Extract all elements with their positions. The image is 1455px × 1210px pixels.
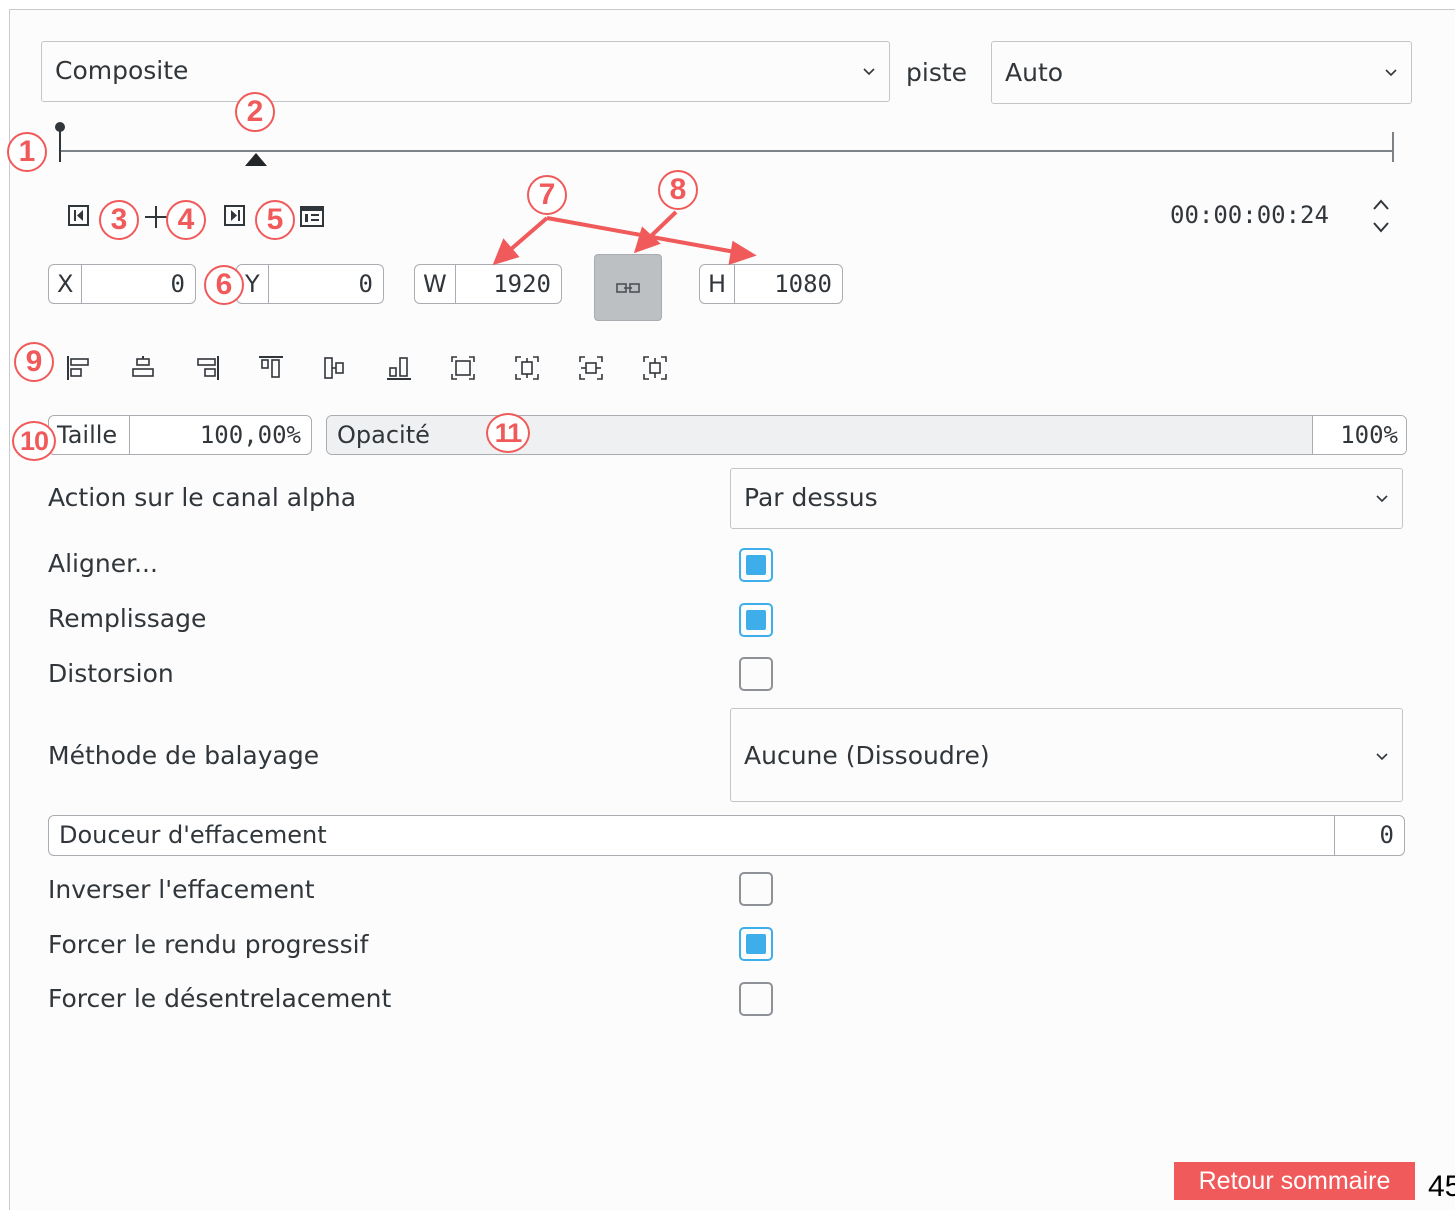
fit-width-icon[interactable] (577, 354, 605, 382)
chevron-down-icon (1376, 495, 1388, 503)
align-checkbox[interactable] (739, 548, 773, 582)
lock-ratio-button[interactable] (594, 254, 662, 321)
track-select-value: Auto (1005, 58, 1064, 87)
force-deinterlace-checkbox[interactable] (739, 982, 773, 1016)
alpha-action-label: Action sur le canal alpha (48, 483, 357, 512)
fit-to-frame-icon[interactable] (449, 354, 477, 382)
annotation-badge-9: 9 (14, 342, 54, 382)
fit-height-icon[interactable] (641, 354, 669, 382)
annotation-badge-1: 1 (7, 132, 47, 172)
annotation-badge-11: 11 (486, 413, 530, 453)
composite-select[interactable]: Composite (41, 41, 890, 102)
width-value: 1920 (493, 270, 551, 298)
track-label: piste (906, 58, 968, 87)
alpha-action-select[interactable]: Par dessus (730, 468, 1403, 529)
force-deinterlace-label: Forcer le désentrelacement (48, 984, 392, 1013)
annotation-badge-6: 6 (204, 265, 244, 305)
align-top-icon[interactable] (257, 354, 285, 382)
composite-select-value: Composite (55, 56, 189, 85)
page-number: 45 (1428, 1170, 1455, 1203)
playhead-marker[interactable] (243, 151, 267, 171)
height-field[interactable]: H 1080 (699, 264, 843, 304)
start-keyframe-marker[interactable] (52, 120, 68, 170)
wipe-method-value: Aucune (Dissoudre) (744, 741, 990, 770)
chevron-down-icon (1385, 69, 1397, 77)
link-icon (616, 283, 640, 293)
width-field[interactable]: W 1920 (414, 264, 562, 304)
track-select[interactable]: Auto (991, 41, 1412, 104)
size-field[interactable]: Taille 100,00% (48, 415, 312, 455)
align-horizontal-center-icon[interactable] (129, 354, 157, 382)
width-prefix: W (415, 265, 456, 303)
wipe-method-label: Méthode de balayage (48, 741, 320, 770)
x-position-field[interactable]: X 0 (48, 264, 196, 304)
next-keyframe-icon[interactable] (222, 203, 248, 229)
previous-keyframe-icon[interactable] (66, 203, 92, 229)
opacity-value: 100% (1312, 416, 1406, 454)
force-progressive-label: Forcer le rendu progressif (48, 930, 369, 959)
fill-frame-icon[interactable] (513, 354, 541, 382)
opacity-label: Opacité (337, 421, 430, 449)
distort-option-label: Distorsion (48, 659, 174, 688)
y-position-field[interactable]: Y 0 (236, 264, 384, 304)
force-progressive-checkbox[interactable] (739, 927, 773, 961)
x-value: 0 (170, 270, 185, 298)
align-option-label: Aligner... (48, 549, 158, 578)
timecode-display[interactable]: 00:00:00:24 (1170, 201, 1329, 229)
keyframe-options-icon[interactable] (299, 204, 325, 230)
timecode-spinner-icon[interactable] (1371, 196, 1391, 236)
annotation-badge-8: 8 (658, 170, 698, 210)
height-value: 1080 (774, 270, 832, 298)
add-keyframe-icon[interactable] (143, 204, 169, 230)
wipe-softness-slider[interactable]: Douceur d'effacement 0 (48, 815, 1405, 856)
annotation-badge-4: 4 (166, 200, 206, 240)
size-prefix: Taille (49, 416, 131, 454)
fill-checkbox[interactable] (739, 603, 773, 637)
invert-wipe-label: Inverser l'effacement (48, 875, 315, 904)
annotation-badge-3: 3 (99, 200, 139, 240)
x-prefix: X (49, 265, 83, 303)
invert-wipe-checkbox[interactable] (739, 872, 773, 906)
wipe-softness-value: 0 (1334, 816, 1404, 855)
composite-panel (9, 9, 1455, 1210)
chevron-down-icon (863, 68, 875, 76)
wipe-method-select[interactable]: Aucune (Dissoudre) (730, 708, 1403, 802)
align-right-icon[interactable] (193, 354, 221, 382)
chevron-down-icon (1376, 753, 1388, 761)
alpha-action-value: Par dessus (744, 483, 878, 512)
distort-checkbox[interactable] (739, 657, 773, 691)
fill-option-label: Remplissage (48, 604, 207, 633)
annotation-badge-10: 10 (12, 421, 56, 461)
align-left-icon[interactable] (65, 354, 93, 382)
align-vertical-center-icon[interactable] (321, 354, 349, 382)
annotation-badge-2: 2 (235, 92, 275, 132)
back-to-summary-button[interactable]: Retour sommaire (1174, 1162, 1415, 1200)
height-prefix: H (700, 265, 736, 303)
wipe-softness-label: Douceur d'effacement (59, 821, 327, 849)
y-value: 0 (358, 270, 373, 298)
annotation-badge-7: 7 (527, 175, 567, 215)
align-bottom-icon[interactable] (385, 354, 413, 382)
annotation-badge-5: 5 (255, 200, 295, 240)
size-value: 100,00% (199, 421, 301, 449)
